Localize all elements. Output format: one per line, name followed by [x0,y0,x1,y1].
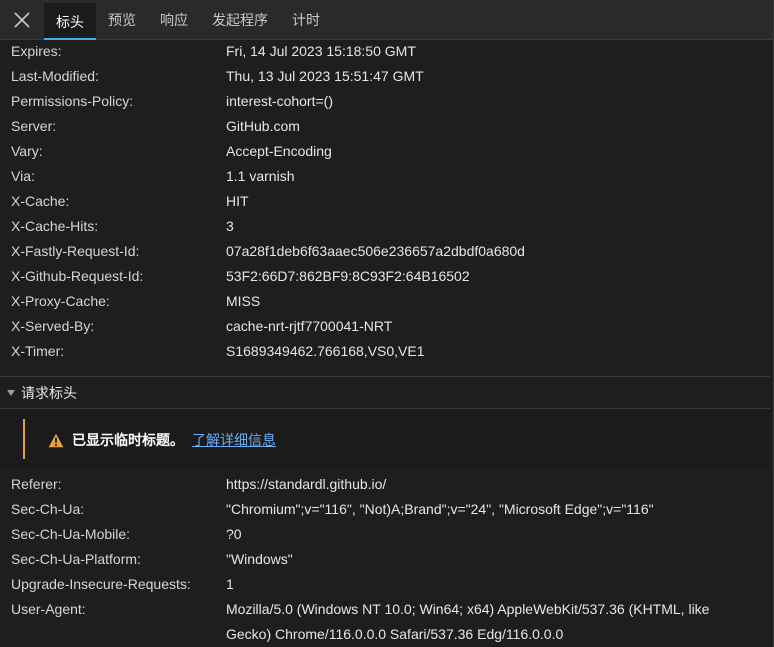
header-value: ?0 [226,526,242,542]
header-value: "Chromium";v="116", "Not)A;Brand";v="24"… [226,501,654,517]
header-key: X-Fastly-Request-Id: [11,243,140,259]
tab-bar: 标头 预览 响应 发起程序 计时 [0,0,773,40]
header-key: Permissions-Policy: [11,93,134,109]
tab-headers[interactable]: 标头 [44,3,96,40]
header-key: Expires: [11,43,62,59]
header-key: Sec-Ch-Ua-Mobile: [11,526,131,542]
header-row: X-Github-Request-Id: 53F2:66D7:862BF9:8C9… [0,264,770,289]
header-value: 07a28f1deb6f63aaec506e236657a2dbdf0a680d [226,243,525,259]
header-key: Sec-Ch-Ua: [11,501,85,517]
header-key: Vary: [11,143,43,159]
tab-response[interactable]: 响应 [148,0,200,40]
header-key: Last-Modified: [11,68,99,84]
header-row: Referer: https://standardl.github.io/ [0,472,770,497]
tab-timing[interactable]: 计时 [280,0,332,40]
header-key: Sec-Ch-Ua-Platform: [11,551,141,567]
warning-icon [48,433,64,447]
header-value: Accept-Encoding [226,143,332,159]
header-row: Server: GitHub.com [0,114,770,139]
header-key: X-Proxy-Cache: [11,293,110,309]
header-row: Via: 1.1 varnish [0,164,770,189]
header-key: Upgrade-Insecure-Requests: [11,576,191,592]
header-value: Thu, 13 Jul 2023 15:51:47 GMT [226,68,424,84]
header-key: X-Cache: [11,193,70,209]
close-button[interactable] [0,0,44,40]
tab-preview[interactable]: 预览 [96,0,148,40]
header-row: X-Served-By: cache-nrt-rjtf7700041-NRT [0,314,770,339]
header-value: GitHub.com [226,118,300,134]
header-row: X-Cache-Hits: 3 [0,214,770,239]
header-value: MISS [226,293,261,309]
header-value: "Windows" [226,551,293,567]
header-row: Vary: Accept-Encoding [0,139,770,164]
close-icon [14,12,30,28]
header-key: X-Cache-Hits: [11,218,99,234]
response-headers-list: Expires: Fri, 14 Jul 2023 15:18:50 GMT La… [0,39,770,364]
header-value: cache-nrt-rjtf7700041-NRT [226,318,393,334]
header-row: Upgrade-Insecure-Requests: 1 [0,572,770,597]
header-key: X-Timer: [11,343,65,359]
header-row: X-Timer: S1689349462.766168,VS0,VE1 [0,339,770,364]
header-value: 1.1 varnish [226,168,295,184]
header-row: Permissions-Policy: interest-cohort=() [0,89,770,114]
header-row: X-Cache: HIT [0,189,770,214]
header-value: S1689349462.766168,VS0,VE1 [226,343,425,359]
header-row: Sec-Ch-Ua-Platform: "Windows" [0,547,770,572]
warning-message: 已显示临时标题。 [72,432,184,448]
header-key: X-Served-By: [11,318,95,334]
header-row: Last-Modified: Thu, 13 Jul 2023 15:51:47 … [0,64,770,89]
header-row: User-Agent: Mozilla/5.0 (Windows NT 10.0;… [0,597,770,647]
tab-initiator[interactable]: 发起程序 [200,0,280,40]
warning-content: 已显示临时标题。 了解详细信息 [48,430,276,450]
header-value: https://standardl.github.io/ [226,476,387,492]
header-key: Server: [11,118,57,134]
header-key: Via: [11,168,35,184]
header-key: Referer: [11,476,62,492]
header-key: X-Github-Request-Id: [11,268,144,284]
warning-accent-bar [23,419,25,459]
request-headers-list: Referer: https://standardl.github.io/ Sec… [0,472,770,647]
header-row: X-Fastly-Request-Id: 07a28f1deb6f63aaec50… [0,239,770,264]
header-row: Expires: Fri, 14 Jul 2023 15:18:50 GMT [0,39,770,64]
header-key: User-Agent: [11,601,86,617]
header-value: Mozilla/5.0 (Windows NT 10.0; Win64; x64… [226,601,710,642]
triangle-down-icon [7,389,15,396]
learn-more-link[interactable]: 了解详细信息 [192,430,276,450]
header-value: HIT [226,193,249,209]
header-value: Fri, 14 Jul 2023 15:18:50 GMT [226,43,416,59]
section-title: 请求标头 [21,384,77,401]
provisional-headers-warning: 已显示临时标题。 了解详细信息 [0,409,770,470]
header-row: X-Proxy-Cache: MISS [0,289,770,314]
header-value: 3 [226,218,234,234]
header-row: Sec-Ch-Ua: "Chromium";v="116", "Not)A;Bra… [0,497,770,522]
header-row: Sec-Ch-Ua-Mobile: ?0 [0,522,770,547]
header-value: 1 [226,576,234,592]
request-headers-section-toggle[interactable]: 请求标头 [0,376,770,409]
header-value: 53F2:66D7:862BF9:8C93F2:64B16502 [226,268,470,284]
headers-panel: 标头 预览 响应 发起程序 计时 Expires: Fri, 14 Jul 202… [0,0,774,647]
header-value: interest-cohort=() [226,93,333,109]
